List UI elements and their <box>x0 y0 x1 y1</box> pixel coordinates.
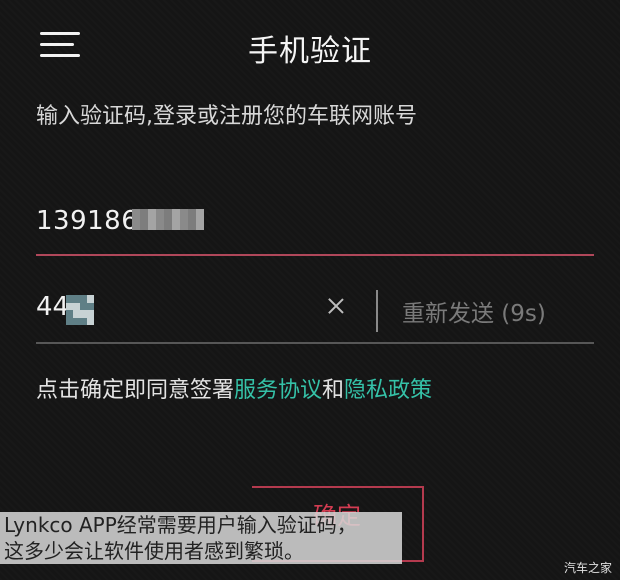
mosaic-pixel <box>132 223 140 230</box>
mosaic-pixel <box>164 216 172 223</box>
mosaic-pixel <box>73 310 80 318</box>
mosaic-pixel <box>188 216 196 223</box>
mosaic-pixel <box>196 209 204 216</box>
mosaic-pixel <box>140 216 148 223</box>
mosaic-pixel <box>132 216 140 223</box>
mosaic-pixel <box>66 295 73 303</box>
mosaic-pixel <box>172 223 180 230</box>
privacy-policy-link[interactable]: 隐私政策 <box>344 378 432 403</box>
mosaic-pixel <box>196 216 204 223</box>
verification-code-value: 44 <box>36 292 70 322</box>
mosaic-pixel <box>87 302 94 310</box>
redaction-mosaic <box>66 295 94 325</box>
mosaic-pixel <box>80 317 87 325</box>
caption-line-2: 这多少会让软件使用者感到繁琐。 <box>4 539 304 563</box>
mosaic-pixel <box>80 302 87 310</box>
mosaic-pixel <box>87 310 94 318</box>
phone-screen: 手机验证 输入验证码,登录或注册您的车联网账号 139186 44 重新发送 (… <box>0 0 620 580</box>
agreement-prefix: 点击确定即同意签署 <box>36 378 235 403</box>
mosaic-pixel <box>73 295 80 303</box>
phone-number-value: 139186 <box>36 206 139 236</box>
phone-field-underline <box>36 254 594 256</box>
mosaic-pixel <box>172 209 180 216</box>
mosaic-pixel <box>87 295 94 303</box>
mosaic-pixel <box>80 310 87 318</box>
mosaic-pixel <box>66 310 73 318</box>
mosaic-pixel <box>172 216 180 223</box>
mosaic-pixel <box>180 223 188 230</box>
agreement-text: 点击确定即同意签署服务协议和隐私政策 <box>36 372 432 404</box>
close-x-icon[interactable] <box>326 296 346 316</box>
mosaic-pixel <box>164 223 172 230</box>
mosaic-pixel <box>156 216 164 223</box>
instruction-text: 输入验证码,登录或注册您的车联网账号 <box>36 104 417 129</box>
mosaic-pixel <box>66 302 73 310</box>
mosaic-pixel <box>188 223 196 230</box>
code-field-underline <box>36 342 594 344</box>
mosaic-pixel <box>87 317 94 325</box>
mosaic-pixel <box>180 216 188 223</box>
redaction-mosaic <box>132 209 204 231</box>
mosaic-pixel <box>164 209 172 216</box>
page-title: 手机验证 <box>248 34 372 69</box>
caption-line-1: Lynkco APP经常需要用户输入验证码， <box>4 513 357 537</box>
verification-code-field[interactable]: 44 重新发送 (9s) <box>36 286 594 344</box>
mosaic-pixel <box>148 216 156 223</box>
mosaic-pixel <box>132 209 140 216</box>
watermark-text: 汽车之家 <box>563 561 612 575</box>
mosaic-pixel <box>80 295 87 303</box>
agreement-conjunction: 和 <box>322 378 345 403</box>
mosaic-pixel <box>73 317 80 325</box>
mosaic-pixel <box>180 209 188 216</box>
mosaic-pixel <box>148 209 156 216</box>
mosaic-pixel <box>140 223 148 230</box>
mosaic-pixel <box>156 209 164 216</box>
resend-code-button[interactable]: 重新发送 (9s) <box>402 294 546 328</box>
mosaic-pixel <box>66 317 73 325</box>
phone-field[interactable]: 139186 <box>36 200 594 256</box>
service-agreement-link[interactable]: 服务协议 <box>234 378 322 403</box>
field-divider <box>376 290 378 332</box>
mosaic-pixel <box>148 223 156 230</box>
caption-overlay: Lynkco APP经常需要用户输入验证码， 这多少会让软件使用者感到繁琐。 <box>0 512 402 564</box>
mosaic-pixel <box>188 209 196 216</box>
mosaic-pixel <box>140 209 148 216</box>
mosaic-pixel <box>156 223 164 230</box>
mosaic-pixel <box>73 302 80 310</box>
mosaic-pixel <box>196 223 204 230</box>
